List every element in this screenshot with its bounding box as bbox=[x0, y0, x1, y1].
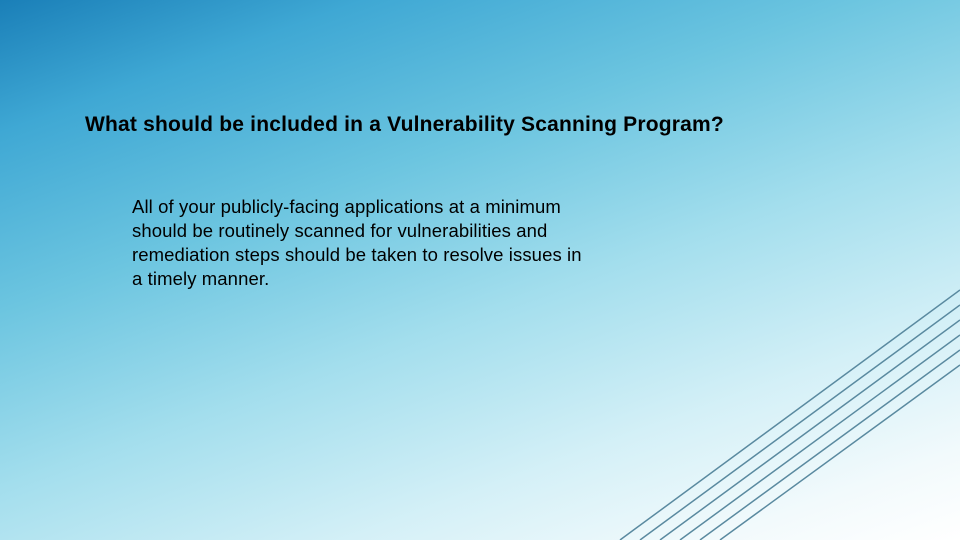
decorative-diagonal-lines bbox=[540, 240, 960, 540]
slide-title: What should be included in a Vulnerabili… bbox=[85, 113, 724, 137]
slide-body-text: All of your publicly-facing applications… bbox=[132, 195, 582, 291]
presentation-slide: What should be included in a Vulnerabili… bbox=[0, 0, 960, 540]
